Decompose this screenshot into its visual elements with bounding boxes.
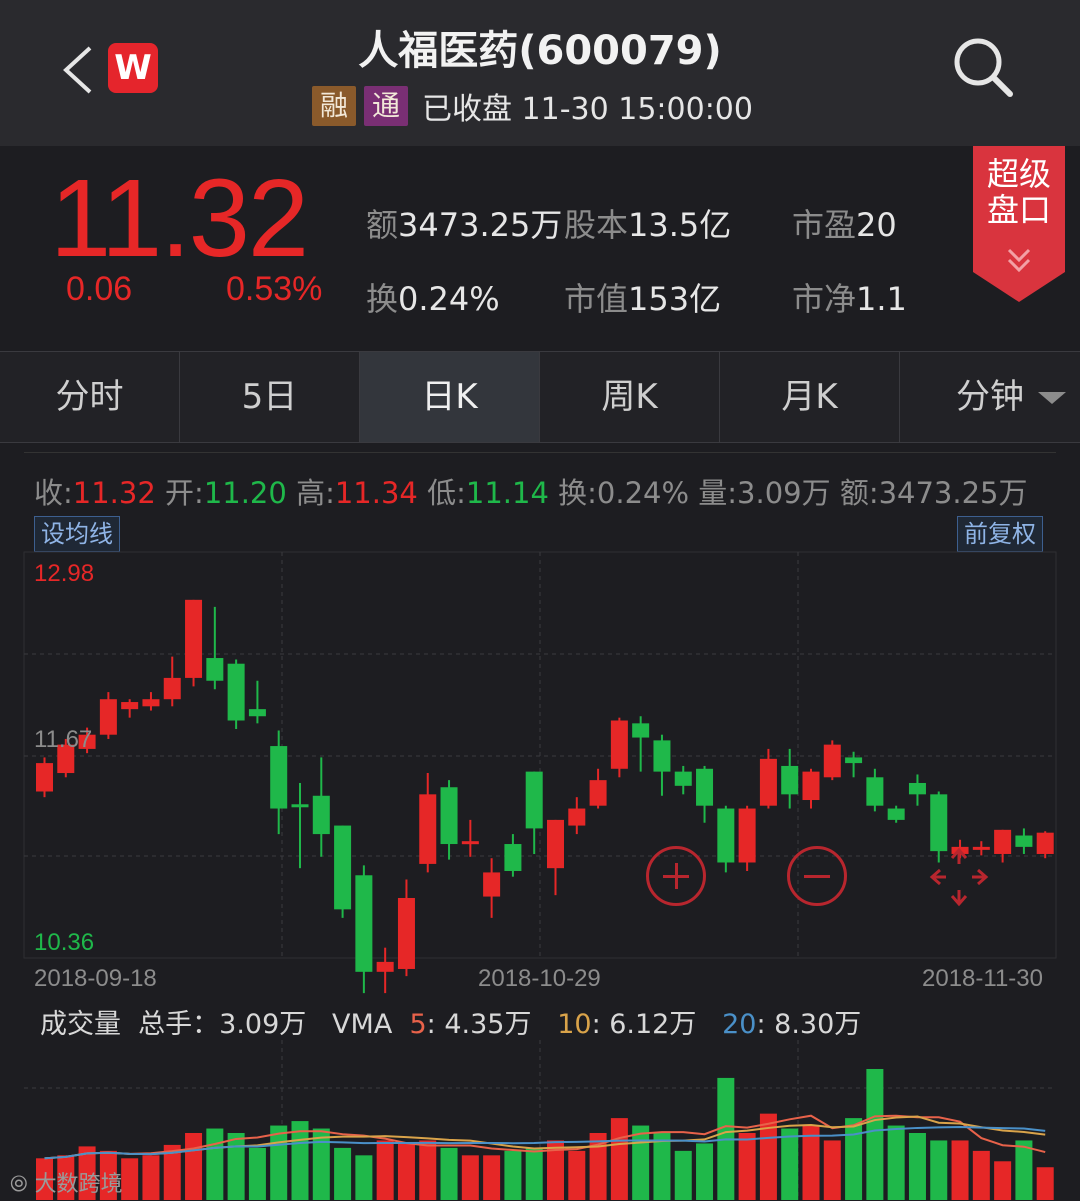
volume-bar — [270, 1125, 288, 1200]
date-start: 2018-09-18 — [34, 965, 157, 992]
volume-bar — [845, 1118, 863, 1200]
volume-bar — [419, 1140, 437, 1200]
candle-body — [397, 897, 415, 969]
volume-bar — [908, 1133, 926, 1200]
candle-body — [994, 829, 1012, 854]
volume-bar — [312, 1128, 330, 1200]
volume-bar — [397, 1143, 415, 1200]
volume-bar — [930, 1140, 948, 1200]
volume-header: 成交量 总手：3.09万 VMA 5: 4.35万 10: 6.12万 20: … — [40, 1009, 862, 1040]
candle-body — [547, 819, 564, 869]
volume-bar — [355, 1155, 373, 1200]
volume-bar — [227, 1133, 245, 1200]
candle-body — [185, 599, 203, 678]
candle-body — [1015, 835, 1033, 847]
watermark-icon: ⦾ — [10, 1172, 35, 1197]
candle-body — [738, 808, 756, 863]
candle-body — [121, 702, 139, 710]
watermark: ⦾ 大数跨境 — [10, 1172, 123, 1197]
volume-bar — [291, 1121, 309, 1200]
volume-bar — [866, 1068, 884, 1200]
volume-bar — [142, 1155, 160, 1200]
candle-body — [163, 677, 181, 700]
zoom-out-icon[interactable] — [787, 846, 847, 906]
date-end: 2018-11-30 — [922, 965, 1043, 992]
candle-body — [206, 658, 224, 681]
price-axis-mid: 11.67 — [34, 726, 93, 753]
candle-body — [142, 699, 160, 707]
volume-bar — [568, 1150, 586, 1200]
candle-body — [866, 777, 884, 806]
candle-body — [759, 758, 777, 806]
volume-bar — [972, 1150, 990, 1200]
candle-body — [610, 720, 628, 769]
candle-body — [717, 808, 735, 863]
volume-bar — [1015, 1140, 1033, 1200]
volume-bar — [461, 1155, 479, 1200]
volume-bar — [674, 1150, 692, 1200]
volume-bar — [887, 1125, 905, 1200]
candle-body — [227, 663, 245, 721]
candle-body — [653, 740, 671, 772]
volume-bar — [334, 1147, 352, 1200]
volume-bar — [206, 1128, 224, 1200]
candle-body — [355, 875, 373, 972]
candle-body — [781, 765, 799, 795]
volume-bar — [738, 1133, 756, 1200]
candle-body — [312, 795, 330, 835]
candle-body — [908, 782, 926, 795]
candle-body — [568, 808, 586, 826]
candle-body — [461, 841, 479, 845]
volume-bar — [440, 1147, 458, 1200]
volume-bar — [1036, 1167, 1054, 1200]
volume-bar — [483, 1155, 501, 1200]
price-axis-bottom: 10.36 — [34, 929, 95, 956]
candle-body — [525, 771, 543, 829]
candle-body — [483, 872, 501, 897]
candle-body — [802, 771, 820, 801]
candle-body — [823, 744, 841, 778]
candle-body — [36, 763, 53, 792]
candle-body — [291, 804, 309, 808]
volume-bar — [632, 1125, 650, 1200]
volume-bar — [781, 1128, 799, 1200]
volume-bar — [248, 1147, 266, 1200]
candle-body — [334, 825, 352, 910]
volume-bar — [653, 1133, 671, 1200]
candle-body — [99, 699, 117, 735]
candle-body — [887, 808, 905, 820]
candle-body — [248, 709, 266, 717]
candle-body — [930, 794, 948, 852]
volume-bar — [610, 1118, 628, 1200]
candle-body — [419, 794, 437, 864]
volume-bar — [504, 1150, 522, 1200]
date-mid: 2018-10-29 — [478, 965, 601, 992]
price-axis-top: 12.98 — [34, 560, 95, 587]
candle-body — [589, 780, 607, 806]
volume-bar — [696, 1143, 714, 1200]
candle-body — [696, 768, 714, 806]
candle-body — [632, 723, 650, 738]
volume-bar — [376, 1140, 394, 1200]
candle-body — [845, 757, 863, 764]
volume-bar — [525, 1147, 543, 1200]
candle-body — [1036, 832, 1054, 854]
zoom-in-icon[interactable] — [646, 846, 706, 906]
candle-body — [270, 746, 288, 809]
volume-bar — [185, 1133, 203, 1200]
candle-body — [504, 844, 522, 872]
volume-bar — [994, 1161, 1012, 1200]
candle-body — [674, 771, 692, 786]
fullscreen-move-icon[interactable] — [928, 846, 990, 908]
volume-bar — [951, 1140, 969, 1200]
candle-body — [440, 787, 458, 845]
volume-bar — [823, 1140, 841, 1200]
candle-body — [376, 961, 394, 972]
volume-bar — [121, 1158, 139, 1200]
